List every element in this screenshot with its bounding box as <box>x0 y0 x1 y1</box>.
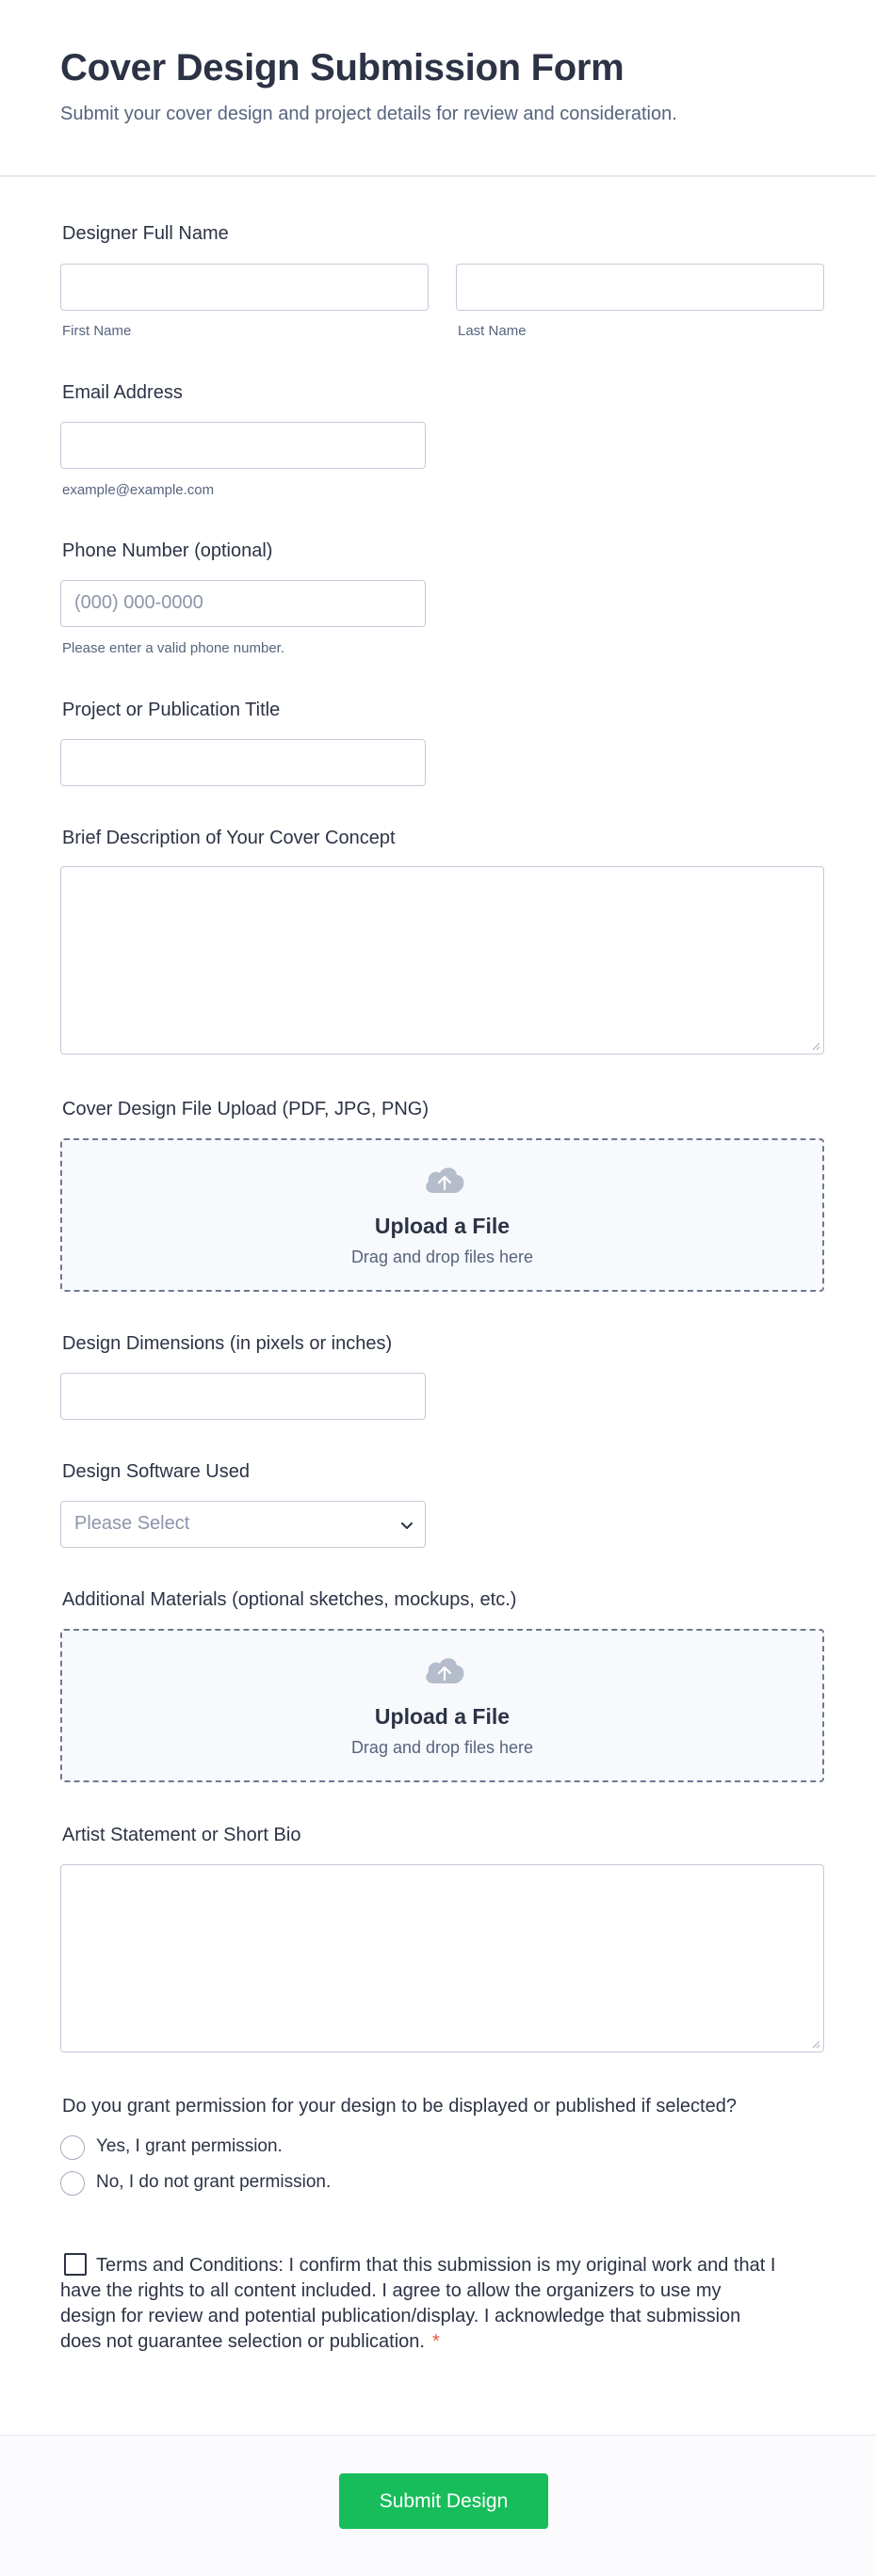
email-label: Email Address <box>62 382 183 403</box>
cover-upload-title: Upload a File <box>374 1214 511 1238</box>
radio-label-yes: Yes, I grant permission. <box>96 2136 283 2156</box>
concept-label: Brief Description of Your Cover Concept <box>62 828 396 848</box>
materials-upload-hint: Drag and drop files here <box>350 1738 534 1757</box>
cover-upload-label: Cover Design File Upload (PDF, JPG, PNG) <box>62 1099 430 1119</box>
radio-label-no: No, I do not grant permission. <box>96 2172 332 2192</box>
page-title: Cover Design Submission Form <box>60 47 625 89</box>
bio-textarea[interactable] <box>60 1864 824 2053</box>
chevron-down-icon <box>401 1522 413 1529</box>
terms-text: Terms and Conditions: I confirm that thi… <box>60 2255 776 2352</box>
concept-textarea[interactable] <box>60 866 824 1055</box>
radio-button[interactable] <box>60 2135 85 2160</box>
cover-upload-dropzone[interactable]: Upload a File Drag and drop files here <box>60 1138 824 1292</box>
terms-checkbox[interactable] <box>64 2253 87 2276</box>
form-footer: Submit Design <box>0 2435 876 2576</box>
software-select[interactable]: Please Select <box>60 1501 426 1548</box>
materials-upload-label: Additional Materials (optional sketches,… <box>62 1589 517 1610</box>
email-input[interactable] <box>60 422 426 469</box>
cloud-upload-icon <box>426 1167 464 1193</box>
last-name-input[interactable] <box>456 264 824 311</box>
email-sublabel: example@example.com <box>62 482 215 498</box>
phone-input[interactable]: (000) 000-0000 <box>60 580 426 627</box>
software-label: Design Software Used <box>62 1461 250 1482</box>
dimensions-label: Design Dimensions (in pixels or inches) <box>62 1333 393 1354</box>
phone-sublabel: Please enter a valid phone number. <box>62 640 284 656</box>
permission-question: Do you grant permission for your design … <box>62 2096 737 2117</box>
dimensions-input[interactable] <box>60 1373 426 1420</box>
first-name-input[interactable] <box>60 264 429 311</box>
resize-handle-icon[interactable] <box>811 2039 820 2049</box>
bio-label: Artist Statement or Short Bio <box>62 1825 301 1845</box>
cover-upload-hint: Drag and drop files here <box>350 1248 534 1266</box>
project-title-input[interactable] <box>60 739 426 786</box>
radio-button[interactable] <box>60 2171 85 2196</box>
software-selected-value: Please Select <box>74 1513 190 1534</box>
submit-button[interactable]: Submit Design <box>339 2473 548 2529</box>
terms-checkbox-row[interactable]: Terms and Conditions: I confirm that thi… <box>60 2253 776 2355</box>
resize-handle-icon[interactable] <box>811 1041 820 1051</box>
materials-upload-dropzone[interactable]: Upload a File Drag and drop files here <box>60 1629 824 1782</box>
form-header: Cover Design Submission Form Submit your… <box>0 0 876 177</box>
phone-placeholder: (000) 000-0000 <box>74 592 203 613</box>
designer-name-label: Designer Full Name <box>62 223 229 244</box>
project-title-label: Project or Publication Title <box>62 700 281 720</box>
first-name-sublabel: First Name <box>62 323 132 339</box>
cloud-upload-icon <box>426 1658 464 1683</box>
page-subtitle: Submit your cover design and project det… <box>60 104 677 124</box>
last-name-sublabel: Last Name <box>458 323 527 339</box>
phone-label: Phone Number (optional) <box>62 540 273 561</box>
materials-upload-title: Upload a File <box>374 1704 511 1729</box>
required-mark: * <box>431 2331 440 2352</box>
